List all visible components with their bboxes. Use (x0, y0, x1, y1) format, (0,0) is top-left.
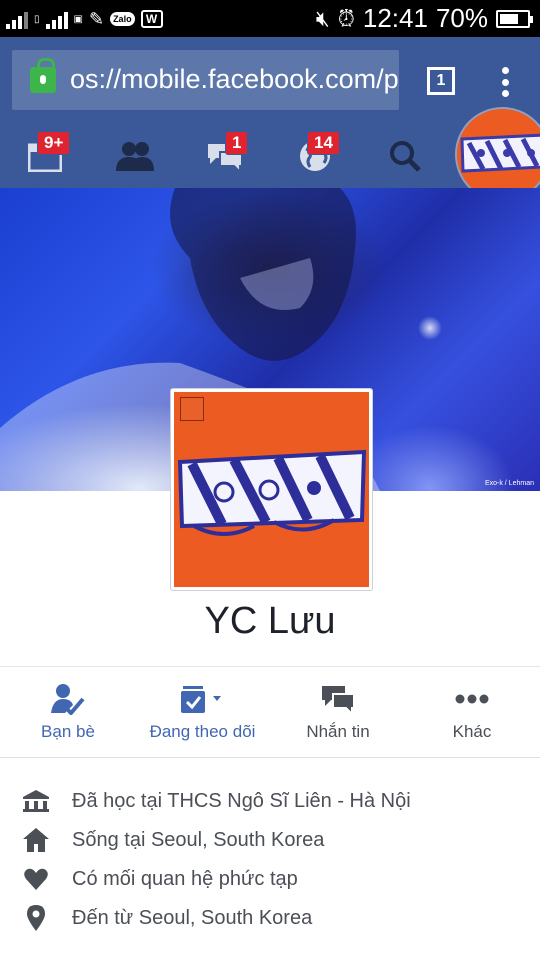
lock-icon (30, 58, 56, 93)
mute-icon: 🔇︎ (315, 5, 330, 31)
intro-section: Đã học tại THCS Ngô Sĩ Liên - Hà Nội Sốn… (0, 782, 540, 938)
info-text: Có mối quan hệ phức tạp (72, 868, 298, 890)
search-icon (390, 140, 421, 172)
following-button[interactable]: Đang theo dõi (140, 668, 265, 758)
profile-picture[interactable] (170, 388, 373, 591)
nav-search[interactable] (375, 123, 435, 188)
nav-messages[interactable]: 1 (195, 123, 255, 188)
notifications-badge: 14 (307, 131, 340, 155)
following-icon (180, 686, 221, 713)
status-bar: ▯ ▣ ✎ Zalo W 🔇︎ ⏰︎ 12:41 70% (0, 0, 540, 37)
browser-menu-button[interactable] (497, 67, 513, 97)
w-app-icon: W (140, 10, 163, 28)
info-education: Đã học tại THCS Ngô Sĩ Liên - Hà Nội (0, 782, 540, 821)
info-text: Sống tại Seoul, South Korea (72, 829, 325, 851)
sim-icon: ▯ (34, 13, 40, 25)
sim-2-icon: ▣ (73, 13, 83, 25)
more-icon (455, 694, 489, 704)
nav-notifications[interactable]: 14 (285, 123, 345, 188)
info-relationship: Có mối quan hệ phức tạp (0, 860, 540, 899)
zalo-icon: Zalo (110, 12, 135, 26)
divider (0, 666, 540, 667)
tab-switcher-button[interactable]: 1 (427, 67, 455, 95)
more-label: Khác (452, 722, 492, 741)
friends-button[interactable]: Bạn bè (22, 668, 114, 758)
feed-badge: 9+ (37, 131, 71, 155)
battery-percent: 70% (435, 3, 488, 33)
messages-badge: 1 (225, 131, 249, 155)
home-icon (23, 827, 49, 853)
heart-icon (23, 866, 49, 892)
school-icon (23, 788, 49, 814)
info-text: Đến từ Seoul, South Korea (72, 907, 313, 929)
profile-actions: Bạn bè Đang theo dõi Nhắn tin Khác (0, 668, 540, 758)
url-text[interactable]: os://mobile.facebook.com/p (70, 64, 399, 95)
info-lives-in: Sống tại Seoul, South Korea (0, 821, 540, 860)
following-label: Đang theo dõi (149, 722, 256, 741)
cleaner-icon: ✎ (88, 8, 105, 29)
friends-check-icon (51, 684, 85, 715)
signal-2-icon (45, 9, 68, 29)
battery-icon (496, 9, 533, 28)
friends-label: Bạn bè (41, 722, 95, 741)
nav-feed[interactable]: 9+ (15, 123, 75, 188)
friend-requests-icon (116, 141, 154, 171)
location-pin-icon (23, 905, 49, 931)
address-bar[interactable]: os://mobile.facebook.com/p (12, 50, 399, 110)
cover-credit: Exo-k / Lehman (484, 480, 534, 487)
message-label: Nhắn tin (306, 722, 370, 741)
profile-name: YC Lưu (204, 600, 336, 642)
alarm-icon: ⏰︎ (337, 5, 355, 31)
clock-time: 12:41 (362, 3, 428, 33)
more-button[interactable]: Khác (432, 668, 512, 758)
divider (0, 757, 540, 758)
info-text: Đã học tại THCS Ngô Sĩ Liên - Hà Nội (72, 790, 411, 812)
message-icon (322, 686, 355, 714)
signal-icon (6, 9, 28, 29)
profile-art (177, 449, 367, 536)
message-button[interactable]: Nhắn tin (295, 668, 381, 758)
browser-toolbar: os://mobile.facebook.com/p 1 (0, 37, 540, 123)
info-from: Đến từ Seoul, South Korea (0, 899, 540, 938)
nav-friend-requests[interactable] (105, 123, 165, 188)
